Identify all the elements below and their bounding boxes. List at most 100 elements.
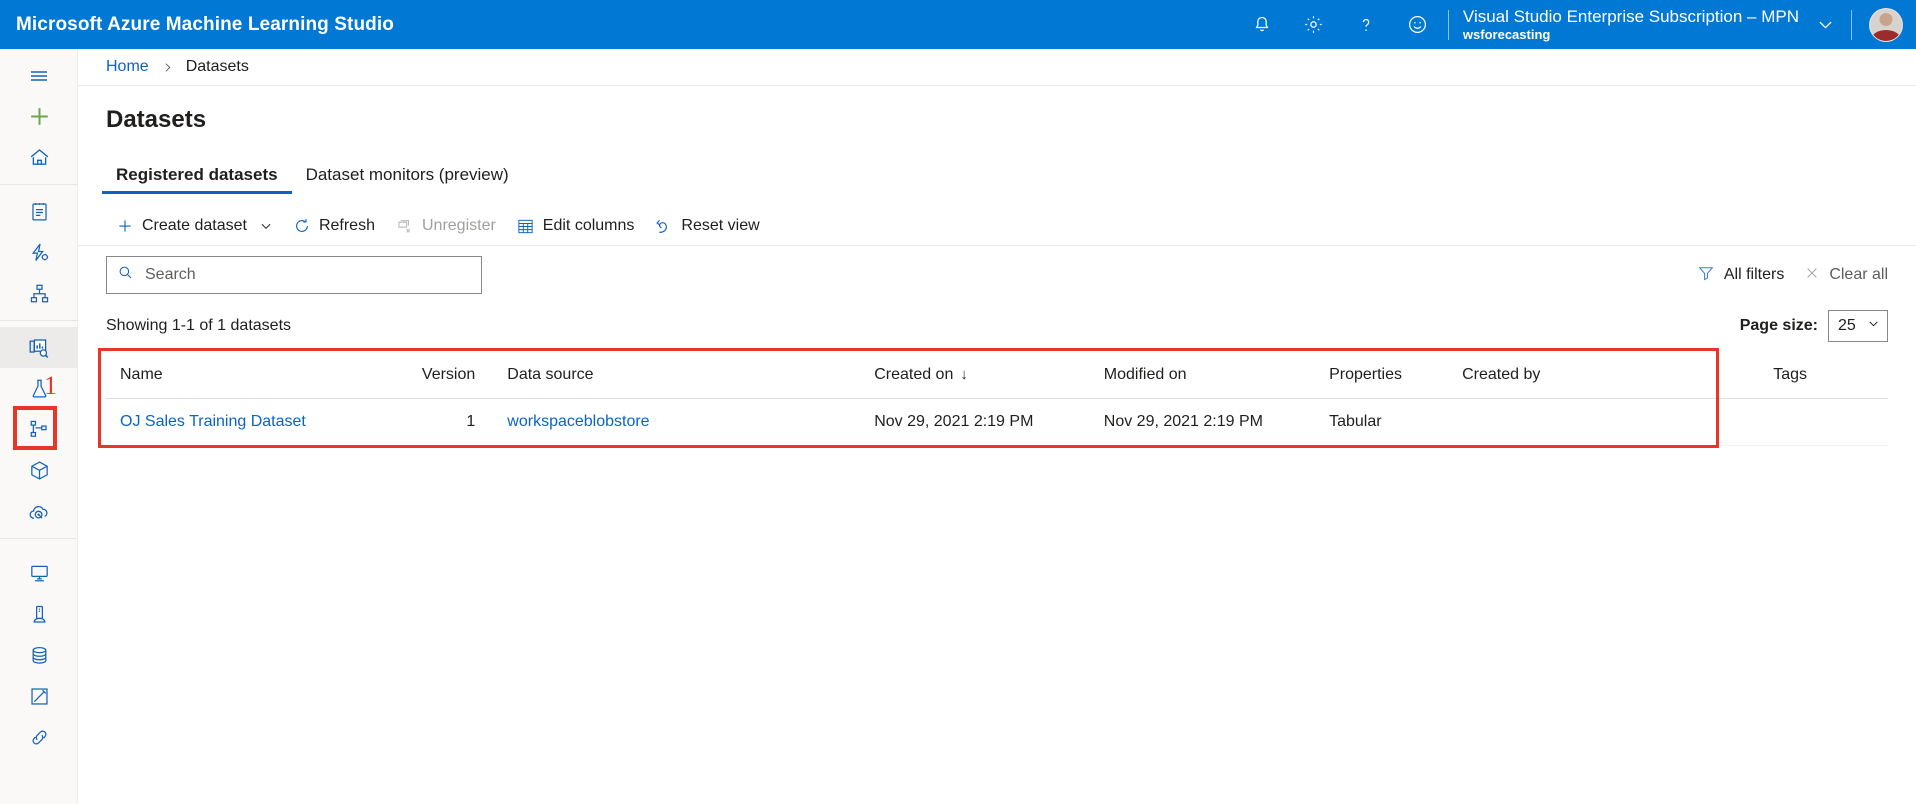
table-body: OJ Sales Training Dataset 1 workspaceblo… [106, 398, 1888, 446]
clear-all-button[interactable]: Clear all [1804, 265, 1888, 286]
rail-group-manage [0, 539, 77, 764]
reset-view-label: Reset view [681, 217, 760, 234]
dataset-name-link[interactable]: OJ Sales Training Dataset [120, 413, 306, 430]
home-icon[interactable] [0, 137, 78, 178]
workspace-name: wsforecasting [1462, 27, 1551, 42]
cell-created-on: Nov 29, 2021 2:19 PM [860, 398, 1090, 446]
command-bar: Create dataset Refresh Unregister Edit c… [106, 208, 1916, 244]
column-header-name[interactable]: Name [106, 358, 412, 399]
filter-actions: All filters Clear all [1697, 264, 1888, 287]
edit-columns-label: Edit columns [542, 217, 635, 234]
search-input[interactable] [143, 265, 471, 285]
topbar-actions: Visual Studio Enterprise Subscription – … [1236, 0, 1916, 49]
column-header-version[interactable]: Version [411, 358, 494, 399]
new-plus-icon[interactable] [0, 96, 78, 137]
automated-ml-icon[interactable] [0, 232, 78, 273]
app-title: Microsoft Azure Machine Learning Studio [16, 13, 394, 35]
endpoints-cloud-icon[interactable] [0, 491, 78, 532]
cell-tags [1759, 398, 1888, 446]
search-icon [117, 264, 134, 286]
rail-group-authoring [0, 185, 77, 321]
linked-services-icon[interactable] [0, 717, 78, 758]
models-cube-icon[interactable] [0, 450, 78, 491]
data-labeling-icon[interactable] [0, 676, 78, 717]
chevron-down-icon[interactable] [259, 219, 273, 233]
page-size-control: Page size: 25 [1740, 310, 1888, 342]
column-header-created-by[interactable]: Created by [1448, 358, 1760, 399]
avatar-image [1869, 7, 1903, 42]
notebooks-icon[interactable] [0, 191, 78, 232]
pipelines-icon[interactable] [0, 409, 78, 450]
search-box[interactable] [106, 256, 482, 294]
avatar[interactable] [1856, 0, 1916, 49]
feedback-smiley-icon[interactable] [1392, 0, 1444, 49]
page-size-select[interactable]: 25 [1828, 310, 1888, 342]
datasets-table: Name Version Data source Created on ↓ Mod… [106, 358, 1888, 446]
table-header-row: Name Version Data source Created on ↓ Mod… [106, 358, 1888, 399]
sort-descending-icon: ↓ [960, 366, 968, 383]
chevron-down-icon [1867, 317, 1880, 335]
page-size-value: 25 [1838, 317, 1856, 334]
column-header-data-source[interactable]: Data source [493, 358, 861, 399]
topbar-divider [1447, 9, 1449, 40]
cell-modified-on: Nov 29, 2021 2:19 PM [1089, 398, 1316, 446]
breadcrumb-current: Datasets [185, 58, 249, 75]
subscription-selector[interactable]: Visual Studio Enterprise Subscription – … [1453, 0, 1803, 49]
search-and-filters-row: All filters Clear all [106, 256, 1888, 294]
close-x-icon [1804, 265, 1820, 286]
tab-list: Registered datasets Dataset monitors (pr… [102, 156, 1916, 194]
filter-funnel-icon [1697, 264, 1715, 287]
cell-dataset-name[interactable]: OJ Sales Training Dataset [106, 398, 412, 446]
page-title: Datasets [106, 106, 207, 133]
clear-all-label: Clear all [1829, 266, 1888, 283]
notifications-icon[interactable] [1236, 0, 1288, 49]
left-navigation-rail: 1 [0, 49, 78, 804]
page-size-label: Page size: [1739, 317, 1818, 334]
column-header-properties[interactable]: Properties [1315, 358, 1449, 399]
help-question-icon[interactable] [1340, 0, 1392, 49]
rail-group-top [0, 49, 77, 185]
create-dataset-button[interactable]: Create dataset [106, 211, 283, 241]
results-count: Showing 1-1 of 1 datasets [106, 317, 292, 334]
designer-icon[interactable] [0, 273, 78, 314]
data-source-link[interactable]: workspaceblobstore [507, 413, 649, 430]
tab-registered-datasets[interactable]: Registered datasets [102, 165, 292, 194]
column-header-created-on-label: Created on [874, 366, 954, 383]
datasets-table-container: Name Version Data source Created on ↓ Mod… [98, 348, 1888, 448]
top-app-bar: Microsoft Azure Machine Learning Studio [0, 0, 1916, 49]
cell-data-source[interactable]: workspaceblobstore [493, 398, 861, 446]
cell-created-by [1448, 398, 1760, 446]
breadcrumb-home[interactable]: Home [106, 58, 149, 76]
table-header: Name Version Data source Created on ↓ Mod… [106, 358, 1888, 399]
all-filters-label: All filters [1723, 266, 1785, 283]
unregister-button: Unregister [385, 211, 506, 242]
subscription-name: Visual Studio Enterprise Subscription – … [1462, 7, 1799, 26]
topbar-divider-2 [1851, 9, 1852, 40]
column-header-tags[interactable]: Tags [1759, 358, 1888, 399]
results-summary-row: Showing 1-1 of 1 datasets Page size: 25 [106, 310, 1888, 342]
reset-view-button[interactable]: Reset view [644, 211, 769, 242]
all-filters-button[interactable]: All filters [1697, 264, 1784, 287]
datastores-icon[interactable] [0, 635, 78, 676]
column-header-modified-on[interactable]: Modified on [1089, 358, 1316, 399]
cell-properties: Tabular [1315, 398, 1449, 446]
create-dataset-label: Create dataset [142, 217, 247, 234]
experiments-flask-icon[interactable] [0, 368, 78, 409]
sidebar-item-datasets[interactable] [0, 327, 78, 368]
compute-instance-icon[interactable] [0, 594, 78, 635]
main-content: Datasets Registered datasets Dataset mon… [78, 86, 1916, 804]
breadcrumb: Home Datasets [78, 49, 1916, 86]
settings-gear-icon[interactable] [1288, 0, 1340, 49]
rail-group-assets [0, 321, 78, 539]
compute-monitor-icon[interactable] [0, 553, 78, 594]
annotation-badge-1: 1 [44, 371, 57, 400]
refresh-button[interactable]: Refresh [283, 211, 385, 241]
edit-columns-button[interactable]: Edit columns [506, 211, 645, 242]
tab-underline-rule [78, 245, 1916, 246]
unregister-label: Unregister [421, 217, 496, 234]
chevron-down-icon[interactable] [1803, 0, 1847, 49]
table-row[interactable]: OJ Sales Training Dataset 1 workspaceblo… [106, 398, 1888, 446]
hamburger-menu-icon[interactable] [0, 55, 78, 96]
tab-dataset-monitors[interactable]: Dataset monitors (preview) [292, 165, 523, 194]
column-header-created-on[interactable]: Created on ↓ [860, 358, 1090, 399]
